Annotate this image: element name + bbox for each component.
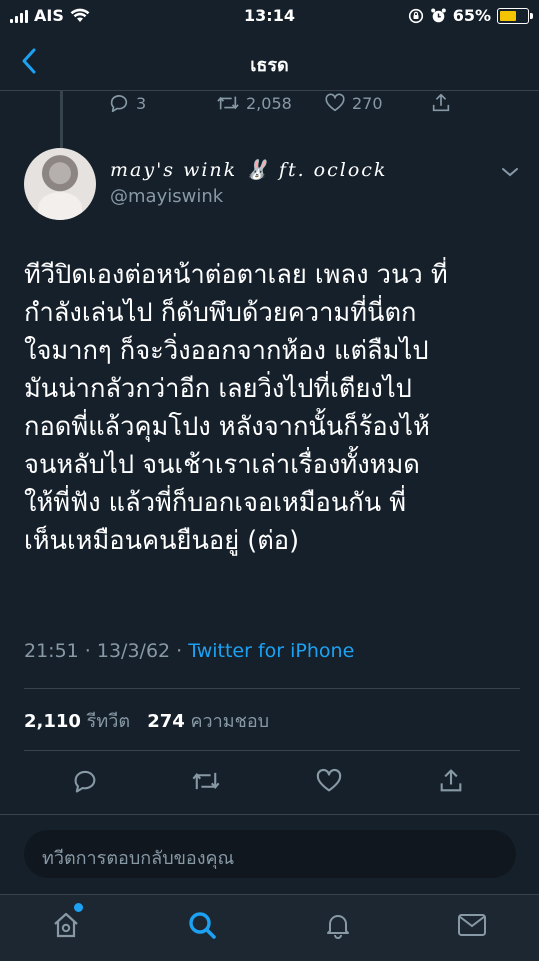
tweet-line: กำลังเล่นไป ก็ดับพึบด้วยความที่นี่ตก: [24, 298, 417, 328]
like-icon: [325, 93, 345, 112]
reply-input[interactable]: ทวีตการตอบกลับของคุณ: [24, 830, 516, 878]
retweet-label: รีทวีต: [86, 711, 131, 732]
search-icon: [189, 912, 216, 939]
share-button[interactable]: [434, 764, 468, 798]
retweet-icon: [192, 772, 220, 790]
like-button[interactable]: [312, 764, 346, 798]
tweet-line: มันน่ากลัวกว่าอีก เลยวิ่งไปที่เตียงไป: [24, 374, 412, 404]
tweet-line: เห็นเหมือนคนยืนอยู่ (ต่อ): [24, 526, 300, 556]
tweet-line: กอดพี่แล้วคุมโปง หลังจากนั้นก็ร้องไห้: [24, 412, 430, 442]
tab-notifications[interactable]: [320, 907, 356, 943]
tab-home[interactable]: [48, 903, 84, 943]
tweet-source-link[interactable]: Twitter for iPhone: [188, 640, 354, 662]
retweet-count: 2,110: [24, 711, 81, 732]
status-bar: AIS 13:14 65%: [0, 0, 539, 34]
prev-retweet-count: 2,058: [246, 93, 292, 113]
tweet-line: ทีวีปิดเองต่อหน้าต่อตาเลย เพลง วนว ที่: [24, 260, 448, 290]
avatar[interactable]: [24, 148, 96, 220]
prev-share-button[interactable]: [430, 92, 452, 114]
tweet-line: ใจมากๆ ก็จะวิ่งออกจากห้อง แต่ลืมไป: [24, 336, 429, 366]
nav-bar: เธรด: [0, 34, 539, 91]
tab-bar: [0, 894, 539, 961]
battery-percent: 65%: [452, 6, 491, 25]
prev-reply-count: 3: [136, 93, 147, 113]
tweet-text: ทีวีปิดเองต่อหน้าต่อตาเลย เพลง วนว ที่ ก…: [24, 256, 524, 560]
like-stat[interactable]: 274 ความชอบ: [147, 711, 269, 732]
divider: [24, 688, 520, 689]
page-title: เธรด: [250, 55, 289, 76]
battery-icon: [497, 7, 533, 24]
user-handle[interactable]: @mayiswink: [110, 186, 223, 207]
tweet-meta: 21:51 · 13/3/62 · Twitter for iPhone: [24, 640, 354, 662]
tweet-timestamp: 21:51 · 13/3/62 ·: [24, 640, 189, 662]
divider: [24, 750, 520, 751]
alarm-icon: [430, 8, 446, 23]
reply-icon: [110, 95, 128, 113]
home-icon: [54, 912, 78, 938]
previous-tweet-actions: 3 2,058 270: [108, 92, 468, 118]
thread-connector: [60, 90, 63, 148]
reply-placeholder: ทวีตการตอบกลับของคุณ: [42, 848, 235, 869]
like-icon: [316, 768, 342, 792]
tweet-line: ให้พี่ฟัง แล้วพี่ก็บอกเจอเหมือนกัน พี่: [24, 488, 407, 518]
retweet-icon: [217, 96, 239, 110]
new-content-dot: [74, 903, 83, 912]
like-label: ความชอบ: [190, 711, 270, 732]
prev-reply-button[interactable]: 3: [108, 92, 146, 114]
retweet-button[interactable]: [189, 764, 223, 798]
prev-like-button[interactable]: 270: [324, 92, 383, 114]
share-icon: [432, 93, 450, 112]
engagement-counts: 2,110 รีทวีต 274 ความชอบ: [24, 706, 269, 735]
messages-icon: [458, 914, 486, 936]
like-count: 274: [147, 711, 185, 732]
share-icon: [440, 769, 462, 792]
tweet-line: จนหลับไป จนเช้าเราเล่าเรื่องทั้งหมด: [24, 450, 420, 480]
tab-messages[interactable]: [454, 907, 490, 943]
reply-button[interactable]: [68, 764, 102, 798]
notifications-icon: [327, 915, 349, 939]
rotation-lock-icon: [408, 8, 423, 23]
prev-like-count: 270: [352, 93, 383, 113]
retweet-stat[interactable]: 2,110 รีทวีต: [24, 711, 130, 732]
reply-icon: [74, 770, 96, 793]
more-chevron-icon[interactable]: [500, 166, 520, 178]
prev-retweet-button[interactable]: 2,058: [216, 92, 292, 114]
display-name[interactable]: may's wink 🐰 ft. oclock: [110, 158, 387, 181]
status-right: 65%: [408, 6, 533, 25]
tab-search[interactable]: [184, 907, 220, 943]
